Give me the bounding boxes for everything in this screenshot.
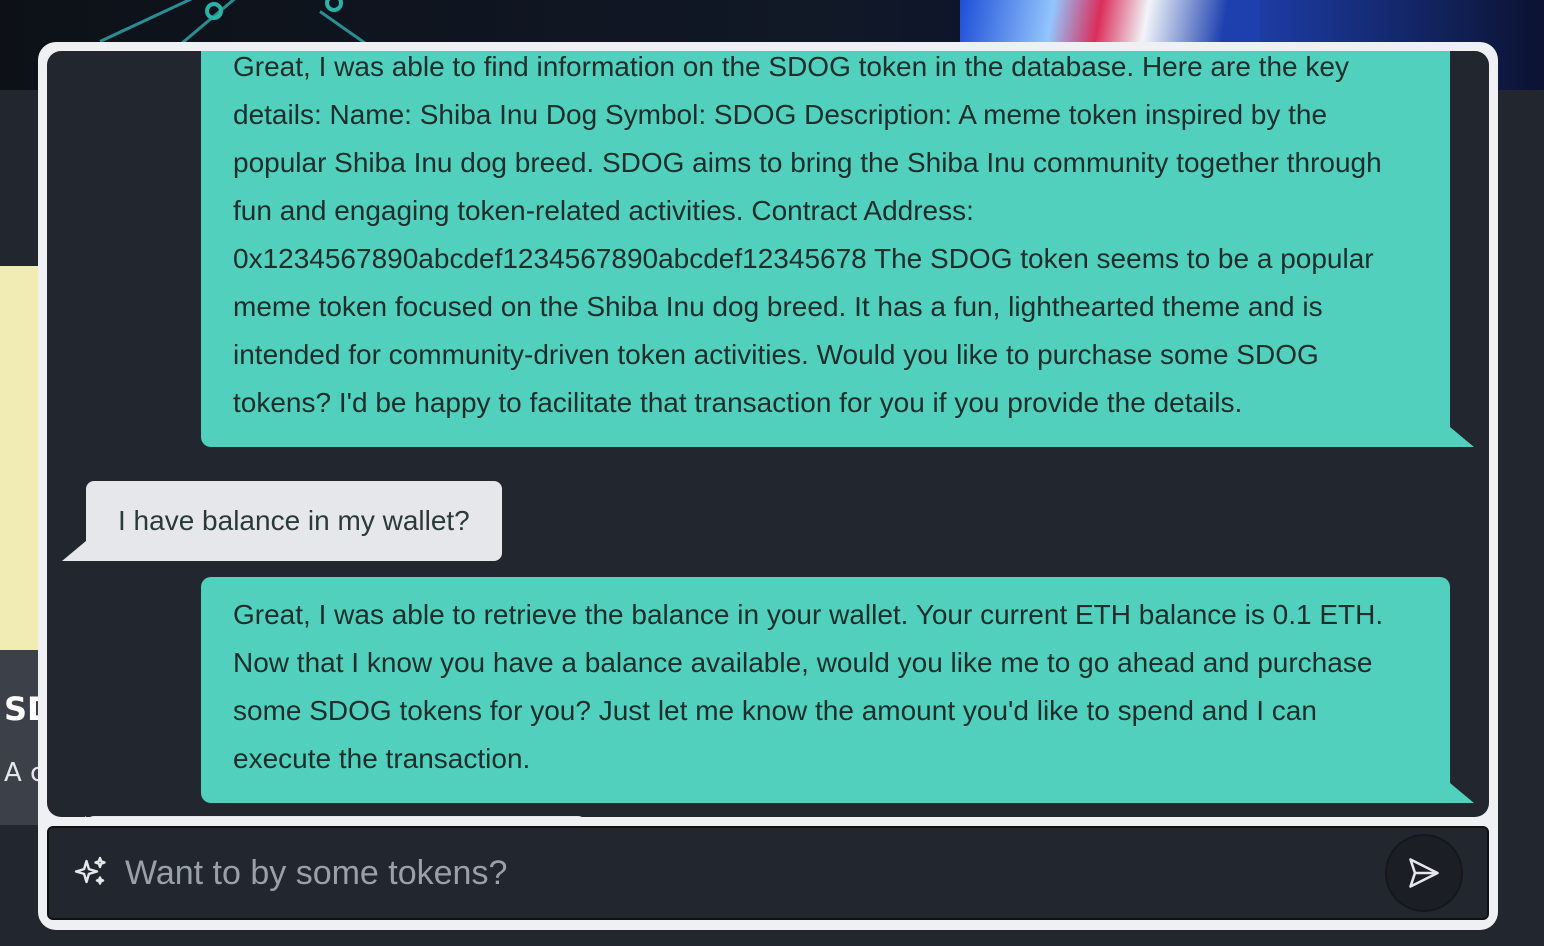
bot-message: Great, I was able to retrieve the balanc… — [201, 577, 1474, 803]
sparkles-icon — [74, 856, 106, 885]
background-token-card[interactable] — [0, 266, 40, 650]
background-card-title: SDOG — [4, 690, 40, 728]
user-message-partial — [62, 816, 586, 817]
circuit-node — [325, 0, 343, 12]
send-button[interactable] — [1385, 834, 1463, 912]
circuit-node — [205, 2, 223, 20]
chat-panel: Great, I was able to find information on… — [38, 42, 1498, 930]
chat-input-bar — [47, 826, 1489, 920]
send-icon — [1409, 858, 1439, 888]
chat-messages[interactable]: Great, I was able to find information on… — [47, 51, 1489, 817]
bot-message: Great, I was able to find information on… — [201, 51, 1474, 447]
user-message: I have balance in my wallet? — [62, 481, 502, 561]
background-card-description: A community meme token — [4, 758, 40, 788]
background-token-card-info — [0, 650, 40, 825]
chat-input[interactable] — [125, 853, 1385, 893]
